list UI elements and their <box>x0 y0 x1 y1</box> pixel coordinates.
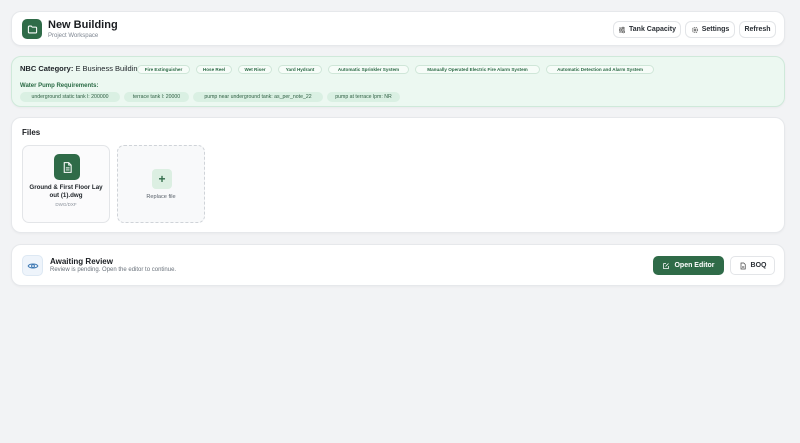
water-pump-label: Water Pump Requirements: <box>20 83 99 89</box>
replace-file-label: Replace file <box>146 194 176 200</box>
requirement-chip: underground static tank l: 200000 <box>20 92 120 102</box>
settings-label: Settings <box>701 26 730 33</box>
eye-icon <box>22 255 43 276</box>
nbc-tag: Fire Extinguisher <box>137 65 190 74</box>
review-subtitle: Review is pending. Open the editor to co… <box>50 267 177 273</box>
replace-file-button[interactable]: + Replace file <box>117 145 205 223</box>
page-subtitle: Project Workspace <box>48 33 99 39</box>
plus-icon: + <box>152 169 172 189</box>
requirement-chip: pump near underground tank: as_per_note_… <box>193 92 323 102</box>
document-icon <box>740 262 746 269</box>
requirement-chip: pump at terrace lpm: NR <box>327 92 400 102</box>
file-type: DWG/DXF <box>55 202 77 207</box>
nbc-tag: Yard Hydrant <box>278 65 322 74</box>
settings-button[interactable]: Settings <box>685 21 735 38</box>
open-editor-button[interactable]: Open Editor <box>653 256 724 275</box>
nbc-tag: Automatic Sprinkler System <box>328 65 409 74</box>
page-title: New Building <box>48 19 118 31</box>
boq-button[interactable]: BOQ <box>730 256 775 275</box>
nbc-category: NBC Category: E Business Building <box>20 64 142 73</box>
nbc-tag: Manually Operated Electric Fire Alarm Sy… <box>415 65 540 74</box>
tank-capacity-label: Tank Capacity <box>629 26 676 33</box>
refresh-label: Refresh <box>744 26 771 33</box>
nbc-tag: Automatic Detection and Alarm System <box>546 65 654 74</box>
boq-label: BOQ <box>750 262 767 269</box>
sliders-icon <box>619 26 626 33</box>
file-name: Ground & First Floor Lay out (1).dwg <box>29 184 103 199</box>
file-card[interactable]: Ground & First Floor Lay out (1).dwg DWG… <box>22 145 110 223</box>
nbc-category-label: NBC Category: <box>20 64 74 73</box>
review-panel: Awaiting Review Review is pending. Open … <box>11 244 785 286</box>
nbc-category-value: E Business Building <box>75 64 142 73</box>
nbc-tag: Hose Reel <box>196 65 232 74</box>
files-panel: Files Ground & First Floor Lay out (1).d… <box>11 117 785 233</box>
requirement-chip: terrace tank l: 20000 <box>124 92 189 102</box>
nbc-tag: Wet Riser <box>238 65 272 74</box>
refresh-button[interactable]: Refresh <box>739 21 776 38</box>
nbc-panel: NBC Category: E Business Building Fire E… <box>11 56 785 107</box>
files-title: Files <box>22 128 41 137</box>
open-editor-label: Open Editor <box>674 262 715 269</box>
project-header: New Building Project Workspace Tank Capa… <box>11 11 785 46</box>
edit-icon <box>663 262 670 269</box>
tank-capacity-button[interactable]: Tank Capacity <box>613 21 681 38</box>
document-icon <box>54 154 80 180</box>
folder-icon <box>22 19 42 39</box>
review-title: Awaiting Review <box>50 257 113 266</box>
gear-icon <box>691 26 698 33</box>
